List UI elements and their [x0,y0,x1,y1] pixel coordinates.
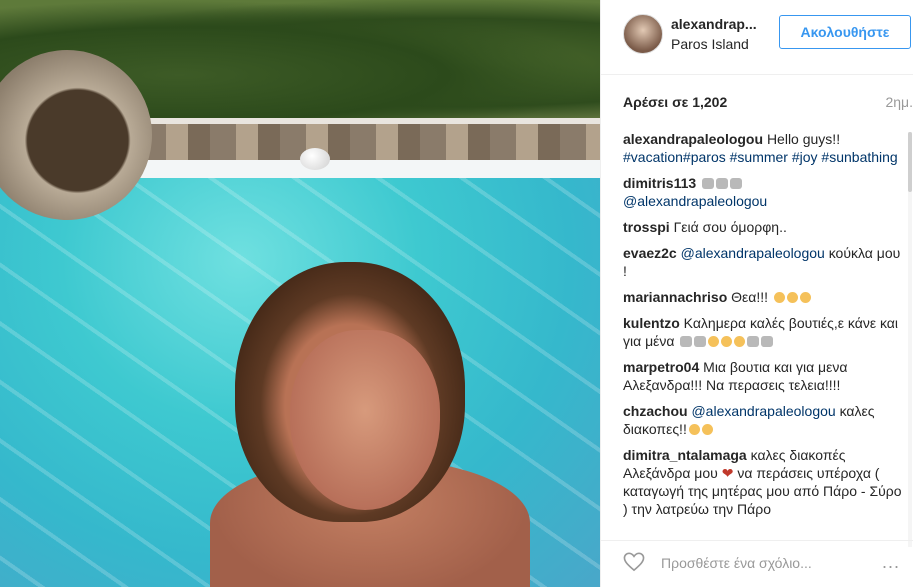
comments-scrollbar-track[interactable] [908,132,912,547]
comment-input[interactable] [659,551,883,575]
comment-username[interactable]: evaez2c [623,245,677,261]
clapping-hands-emoji-icon [694,336,707,347]
comment-hashtags[interactable]: #vacation#paros #summer #joy #sunbathing [623,149,898,165]
comment-text: Hello guys!! [766,131,841,147]
heart-outline-icon[interactable] [623,552,645,572]
heart-eyes-emoji-icon [701,424,713,435]
comment-mention[interactable]: @alexandrapaleologou [681,245,825,261]
avatar[interactable] [623,14,663,54]
comment-mention[interactable]: @alexandrapaleologou [691,403,835,419]
comment-item: chzachou @alexandrapaleologou καλες διακ… [623,402,905,438]
comment-username[interactable]: alexandrapaleologou [623,131,763,147]
more-options-icon[interactable]: ... [882,552,900,573]
post-username[interactable]: alexandrap... [671,16,757,32]
clapping-hands-emoji-icon [680,336,693,347]
heart-eyes-emoji-icon [799,292,811,303]
comment-mention[interactable]: @alexandrapaleologou [623,193,767,209]
instagram-post-modal: alexandrap... Paros Island Ακολουθήστε Α… [0,0,913,587]
comment-username[interactable]: kulentzo [623,315,680,331]
comment-item: mariannachriso Θεα!!! [623,288,905,306]
smiley-emoji-icon [734,336,746,347]
post-header: alexandrap... Paros Island Ακολουθήστε [601,0,913,75]
clapping-hands-emoji-icon [730,178,743,189]
comment-item: dimitra_ntalamaga καλες διακοπές Αλεξάνδ… [623,446,905,518]
comment-username[interactable]: chzachou [623,403,688,419]
likes-count[interactable]: Αρέσει σε 1,202 [623,94,727,110]
comment-text: Γειά σου όμορφη.. [673,219,787,235]
comment-username[interactable]: mariannachriso [623,289,727,305]
comments-scrollbar-thumb[interactable] [908,132,912,192]
comment-text: Θεα!!! [731,289,769,305]
comment-username[interactable]: trosspi [623,219,670,235]
photo-white-stone [300,148,330,170]
post-footer: ... [601,540,913,588]
post-photo[interactable] [0,0,600,587]
comment-username[interactable]: marpetro04 [623,359,699,375]
comment-item: alexandrapaleologou Hello guys!! #vacati… [623,130,905,166]
post-location[interactable]: Paros Island [671,36,749,52]
heart-eyes-emoji-icon [708,336,720,347]
post-side-panel: alexandrap... Paros Island Ακολουθήστε Α… [600,0,913,587]
likes-row: Αρέσει σε 1,202 2ημ. [623,94,913,110]
heart-eyes-emoji-icon [688,424,700,435]
smiley-emoji-icon [721,336,733,347]
comment-username[interactable]: dimitra_ntalamaga [623,447,747,463]
post-time[interactable]: 2ημ. [885,94,913,110]
waving-hand-emoji-icon [747,336,760,347]
comment-item: dimitris113 @alexandrapaleologou [623,174,905,210]
waving-hand-emoji-icon [761,336,774,347]
comments-list: alexandrapaleologou Hello guys!! #vacati… [623,130,905,526]
comment-item: trosspi Γειά σου όμορφη.. [623,218,905,236]
clapping-hands-emoji-icon [702,178,715,189]
follow-button[interactable]: Ακολουθήστε [779,15,911,49]
clapping-hands-emoji-icon [716,178,729,189]
red-heart-emoji-icon: ❤ [721,465,734,481]
heart-eyes-emoji-icon [786,292,798,303]
comment-item: kulentzo Καλημερα καλές βουτιές,ε κάνε κ… [623,314,905,350]
photo-person-face [290,330,440,510]
heart-eyes-emoji-icon [773,292,785,303]
comment-item: evaez2c @alexandrapaleologou κούκλα μου … [623,244,905,280]
comment-username[interactable]: dimitris113 [623,175,696,191]
comment-item: marpetro04 Μια βουτια και για μενα Αλεξα… [623,358,905,394]
